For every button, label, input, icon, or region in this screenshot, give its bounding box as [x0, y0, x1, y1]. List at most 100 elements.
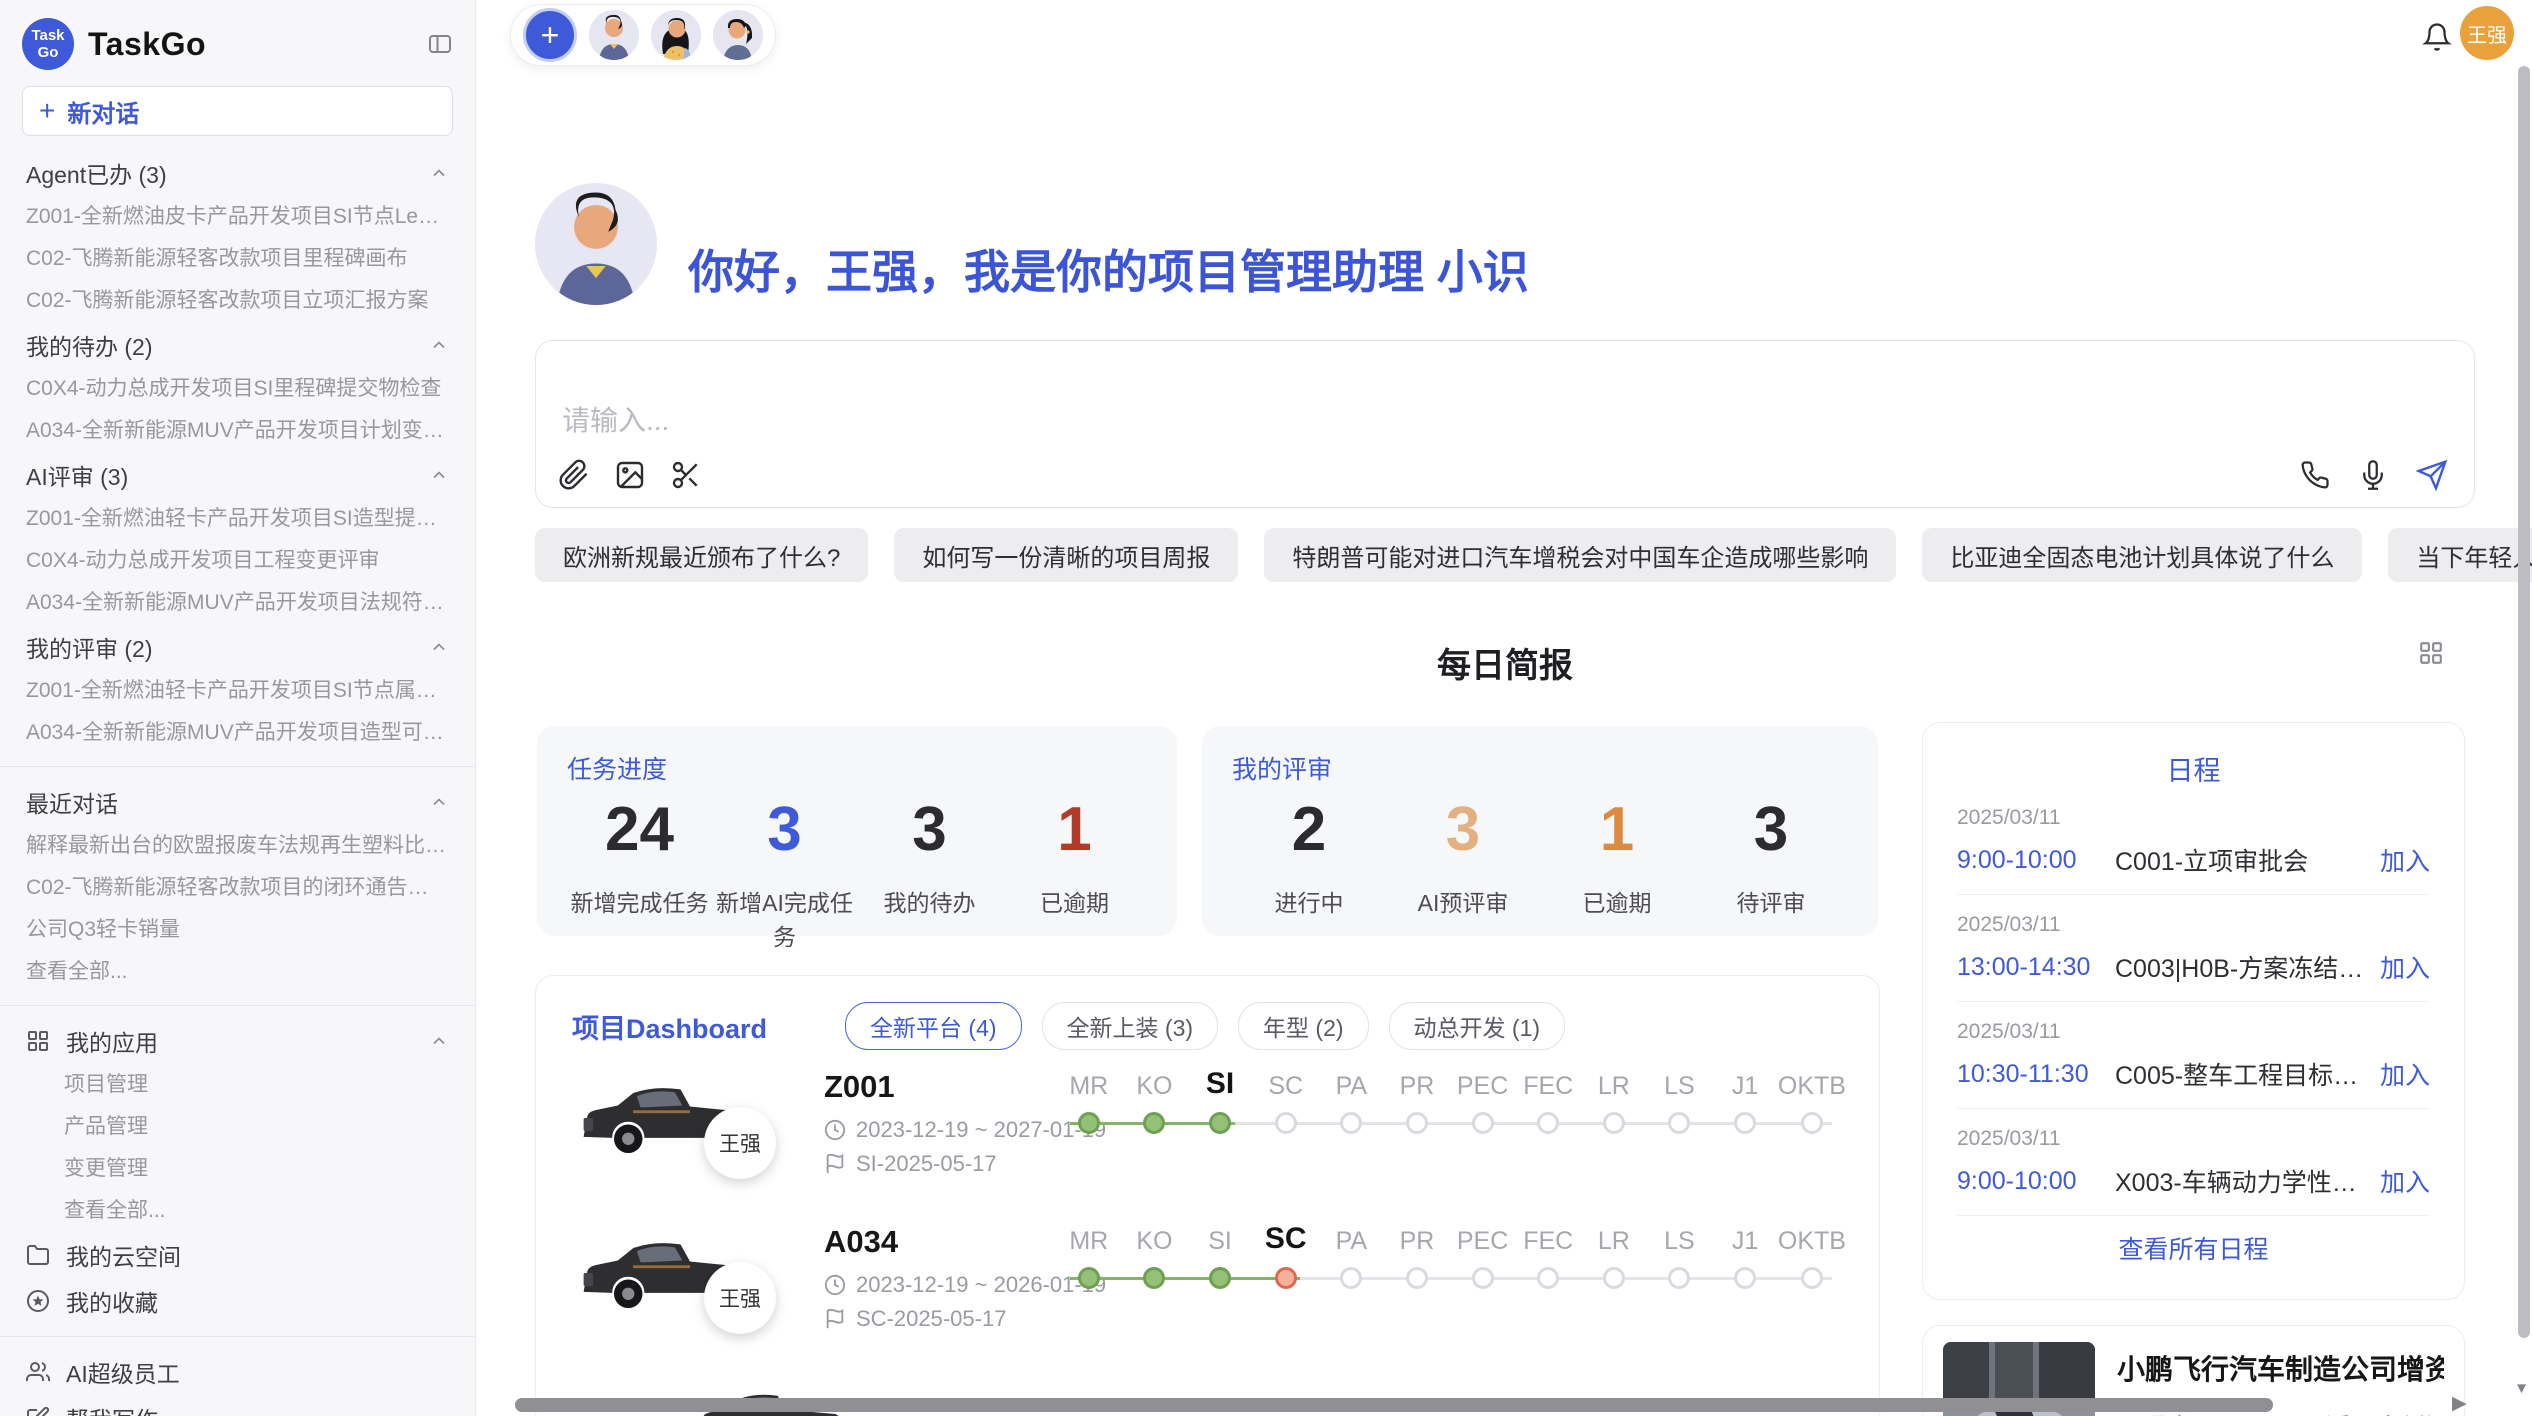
sidebar-collapse-icon[interactable] [427, 32, 453, 56]
sidebar-chat-item[interactable]: C0X4-动力总成开发项目工程变更评审 [0, 540, 475, 582]
milestone-label: MR [1069, 1216, 1108, 1256]
sidebar-item-cloud-space[interactable]: 我的云空间 [0, 1232, 475, 1278]
sidebar-chat-item[interactable]: A034-全新新能源MUV产品开发项目计划变更表编写 [0, 410, 475, 452]
sidebar-chat-item[interactable]: A034-全新新能源MUV产品开发项目造型可行性评审 [0, 712, 475, 754]
milestone-lr[interactable]: LR [1581, 1061, 1647, 1134]
milestone-pr[interactable]: PR [1384, 1216, 1450, 1289]
vertical-scrollbar[interactable] [2518, 66, 2530, 1338]
join-meeting-link[interactable]: 加入 [2380, 842, 2430, 878]
sidebar-item-my-apps[interactable]: 我的应用 [0, 1018, 475, 1064]
chat-input-box[interactable]: 请输入... [535, 340, 2475, 508]
sidebar-chat-item[interactable]: Z001-全新燃油轻卡产品开发项目SI节点属性5D文件评审 [0, 670, 475, 712]
scroll-right-arrow-icon[interactable]: ▶ [2452, 1392, 2467, 1415]
app-item-change-mgmt[interactable]: 变更管理 [0, 1148, 475, 1190]
milestone-sc[interactable]: SC [1253, 1061, 1319, 1134]
milestone-j1[interactable]: J1 [1712, 1216, 1778, 1289]
milestone-pec[interactable]: PEC [1450, 1061, 1516, 1134]
project-row[interactable]: 王强 Z001 2023-12-19 ~ 2027-01-19 SI-2025-… [536, 1061, 1879, 1213]
milestone-lr[interactable]: LR [1581, 1216, 1647, 1289]
milestone-ko[interactable]: KO [1122, 1216, 1188, 1289]
clock-icon [824, 1119, 846, 1141]
join-meeting-link[interactable]: 加入 [2380, 1056, 2430, 1092]
attachment-icon[interactable] [558, 459, 590, 491]
sidebar-item-favorites[interactable]: 我的收藏 [0, 1278, 475, 1324]
scissors-icon[interactable] [670, 459, 702, 491]
milestone-label: SI [1208, 1216, 1232, 1256]
section-heading-my-review[interactable]: 我的评审 (2) [0, 624, 475, 670]
milestone-ls[interactable]: LS [1647, 1216, 1713, 1289]
milestone-dot [1406, 1112, 1428, 1134]
milestone-pa[interactable]: PA [1319, 1216, 1385, 1289]
sidebar-chat-item[interactable]: C02-飞腾新能源轻客改款项目立项汇报方案 [0, 280, 475, 322]
suggestion-chip[interactable]: 比亚迪全固态电池计划具体说了什么 [1922, 528, 2362, 582]
agent-avatar-3[interactable] [713, 10, 763, 60]
suggestion-chip[interactable]: 特朗普可能对进口汽车增税会对中国车企造成哪些影响 [1264, 528, 1896, 582]
add-agent-button[interactable]: + [523, 8, 577, 62]
tab-powertrain[interactable]: 动总开发 (1) [1389, 1002, 1566, 1050]
tab-new-platform[interactable]: 全新平台 (4) [845, 1002, 1022, 1050]
recent-chat-item[interactable]: C02-飞腾新能源轻客改款项目的闭环通告反馈情况 [0, 867, 475, 909]
sidebar-chat-item[interactable]: Z001-全新燃油皮卡产品开发项目SI节点Lesson Learn报告 [0, 196, 475, 238]
join-meeting-link[interactable]: 加入 [2380, 949, 2430, 985]
milestone-pec[interactable]: PEC [1450, 1216, 1516, 1289]
milestone-pa[interactable]: PA [1319, 1061, 1385, 1134]
recent-view-all[interactable]: 查看全部... [0, 951, 475, 993]
recent-chat-item[interactable]: 解释最新出台的欧盟报废车法规再生塑料比例被调至15%... [0, 825, 475, 867]
image-icon[interactable] [614, 459, 646, 491]
project-row[interactable]: 王强 A034 2023-12-19 ~ 2026-01-19 SC-2025-… [536, 1216, 1879, 1368]
section-heading-recent[interactable]: 最近对话 [0, 779, 475, 825]
milestone-j1[interactable]: J1 [1712, 1061, 1778, 1134]
milestone-fec[interactable]: FEC [1515, 1061, 1581, 1134]
milestone-ls[interactable]: LS [1647, 1061, 1713, 1134]
quick-access-bar: + [510, 4, 776, 66]
sidebar-chat-item[interactable]: Z001-全新燃油轻卡产品开发项目SI造型提交物评审 [0, 498, 475, 540]
sidebar-chat-item[interactable]: C02-飞腾新能源轻客改款项目里程碑画布 [0, 238, 475, 280]
send-icon[interactable] [2416, 459, 2448, 491]
section-heading-my-todo[interactable]: 我的待办 (2) [0, 322, 475, 368]
schedule-date: 2025/03/11 [1957, 1020, 2430, 1044]
milestone-oktb[interactable]: OKTB [1778, 1216, 1846, 1289]
sidebar-chat-item[interactable]: A034-全新新能源MUV产品开发项目法规符合性评审 [0, 582, 475, 624]
milestone-si[interactable]: SI [1187, 1061, 1253, 1134]
milestone-sc[interactable]: SC [1253, 1216, 1319, 1289]
section-heading-ai-review[interactable]: AI评审 (3) [0, 452, 475, 498]
join-meeting-link[interactable]: 加入 [2380, 1163, 2430, 1199]
project-name: Z001 [824, 1069, 895, 1105]
new-chat-button[interactable]: + 新对话 [22, 86, 453, 136]
section-heading-agent-done[interactable]: Agent已办 (3) [0, 150, 475, 196]
agent-avatar-2[interactable] [651, 10, 701, 60]
milestone-si[interactable]: SI [1187, 1216, 1253, 1289]
view-all-schedule-link[interactable]: 查看所有日程 [1957, 1230, 2430, 1266]
user-avatar[interactable]: 王强 [2460, 6, 2514, 60]
milestone-label: LS [1664, 1061, 1695, 1101]
card-title: 任务进度 [567, 750, 1147, 786]
sidebar-chat-item[interactable]: C0X4-动力总成开发项目SI里程碑提交物检查 [0, 368, 475, 410]
notification-bell-icon[interactable] [2422, 22, 2452, 52]
suggestion-chip[interactable]: 当下年轻人对汽车外观有怎样的喜好趋势 [2388, 528, 2532, 582]
milestone-mr[interactable]: MR [1056, 1061, 1122, 1134]
app-item-product-mgmt[interactable]: 产品管理 [0, 1106, 475, 1148]
dashboard-tabs: 全新平台 (4) 全新上装 (3) 年型 (2) 动总开发 (1) [845, 1002, 1565, 1050]
microphone-icon[interactable] [2358, 460, 2388, 490]
stat-value: 3 [1694, 796, 1848, 864]
sidebar-item-help-write[interactable]: 帮我写作 [0, 1395, 475, 1416]
briefing-layout-icon[interactable] [2418, 640, 2444, 666]
milestone-fec[interactable]: FEC [1515, 1216, 1581, 1289]
milestone-mr[interactable]: MR [1056, 1216, 1122, 1289]
milestone-pr[interactable]: PR [1384, 1061, 1450, 1134]
suggestion-chip[interactable]: 如何写一份清晰的项目周报 [894, 528, 1238, 582]
sidebar-item-ai-staff[interactable]: AI超级员工 [0, 1349, 475, 1395]
scroll-down-arrow-icon[interactable]: ▼ [2514, 1380, 2529, 1397]
tab-model-year[interactable]: 年型 (2) [1238, 1002, 1369, 1050]
horizontal-scrollbar[interactable] [515, 1398, 2273, 1412]
suggestion-chip[interactable]: 欧洲新规最近颁布了什么? [535, 528, 868, 582]
divider [0, 1336, 475, 1337]
agent-avatar-1[interactable] [589, 10, 639, 60]
apps-view-all[interactable]: 查看全部... [0, 1190, 475, 1232]
milestone-ko[interactable]: KO [1122, 1061, 1188, 1134]
phone-icon[interactable] [2300, 460, 2330, 490]
recent-chat-item[interactable]: 公司Q3轻卡销量 [0, 909, 475, 951]
app-item-project-mgmt[interactable]: 项目管理 [0, 1064, 475, 1106]
tab-new-body[interactable]: 全新上装 (3) [1042, 1002, 1219, 1050]
milestone-oktb[interactable]: OKTB [1778, 1061, 1846, 1134]
